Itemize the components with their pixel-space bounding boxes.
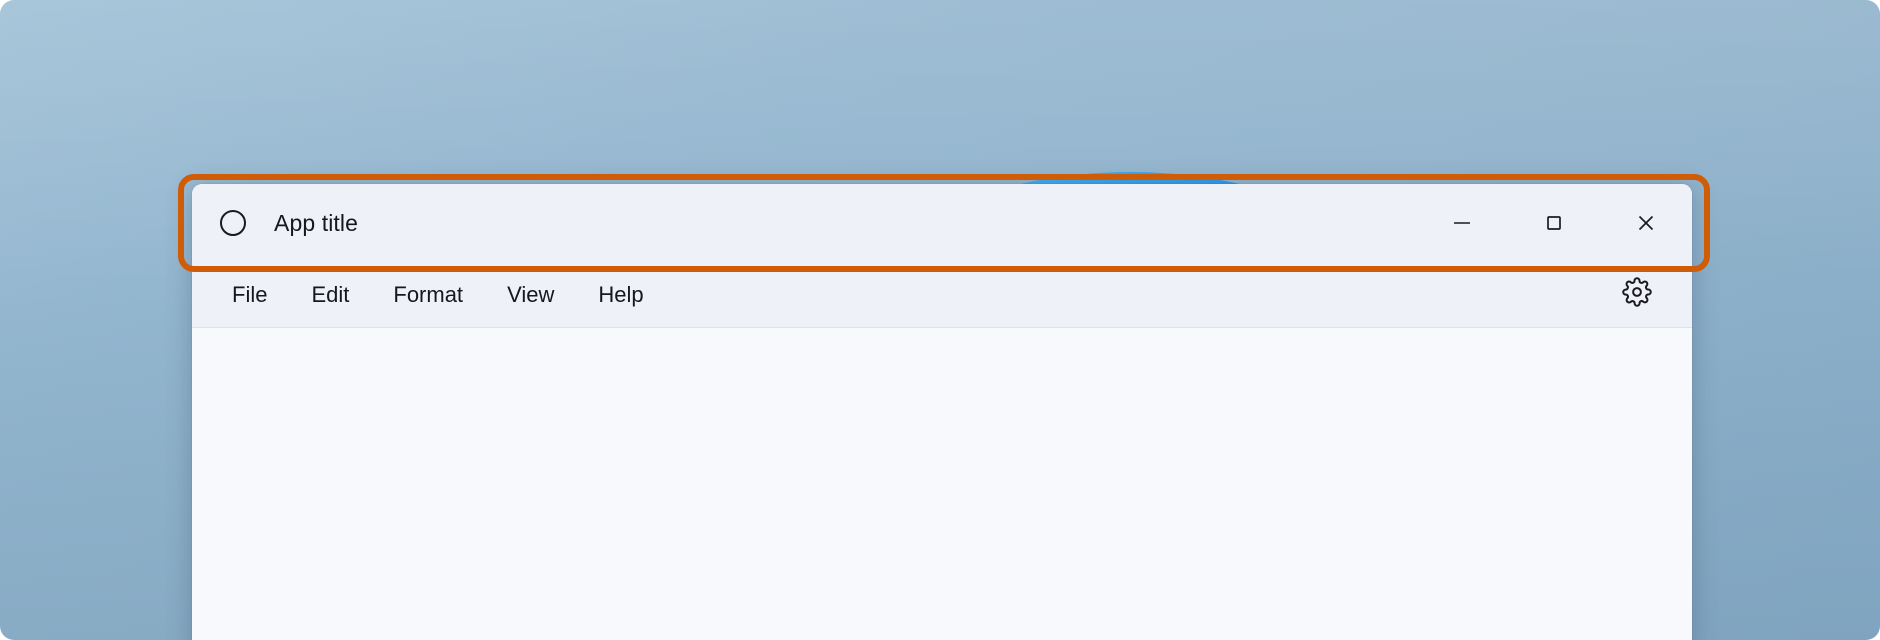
menu-item-view[interactable]: View (485, 275, 576, 315)
minimize-icon (1450, 211, 1474, 235)
maximize-icon (1542, 211, 1566, 235)
maximize-button[interactable] (1508, 184, 1600, 262)
circle-icon (220, 210, 246, 236)
menu-item-file[interactable]: File (210, 275, 289, 315)
window-caption-buttons (1416, 184, 1692, 262)
window-title-bar[interactable]: App title (192, 184, 1692, 262)
window-title: App title (274, 209, 359, 236)
menu-item-edit[interactable]: Edit (289, 275, 371, 315)
menu-bar: File Edit Format View Help (192, 262, 1692, 328)
app-window: App title File Edit Format View Help (192, 184, 1692, 640)
menu-item-help[interactable]: Help (576, 275, 665, 315)
close-icon (1634, 211, 1658, 235)
minimize-button[interactable] (1416, 184, 1508, 262)
close-button[interactable] (1600, 184, 1692, 262)
menu-item-format[interactable]: Format (371, 275, 485, 315)
window-content-area[interactable] (192, 328, 1692, 640)
settings-button[interactable] (1614, 272, 1660, 318)
menu-item-list: File Edit Format View Help (192, 275, 666, 315)
desktop: App title File Edit Format View Help (0, 0, 1880, 640)
gear-icon (1622, 277, 1652, 312)
